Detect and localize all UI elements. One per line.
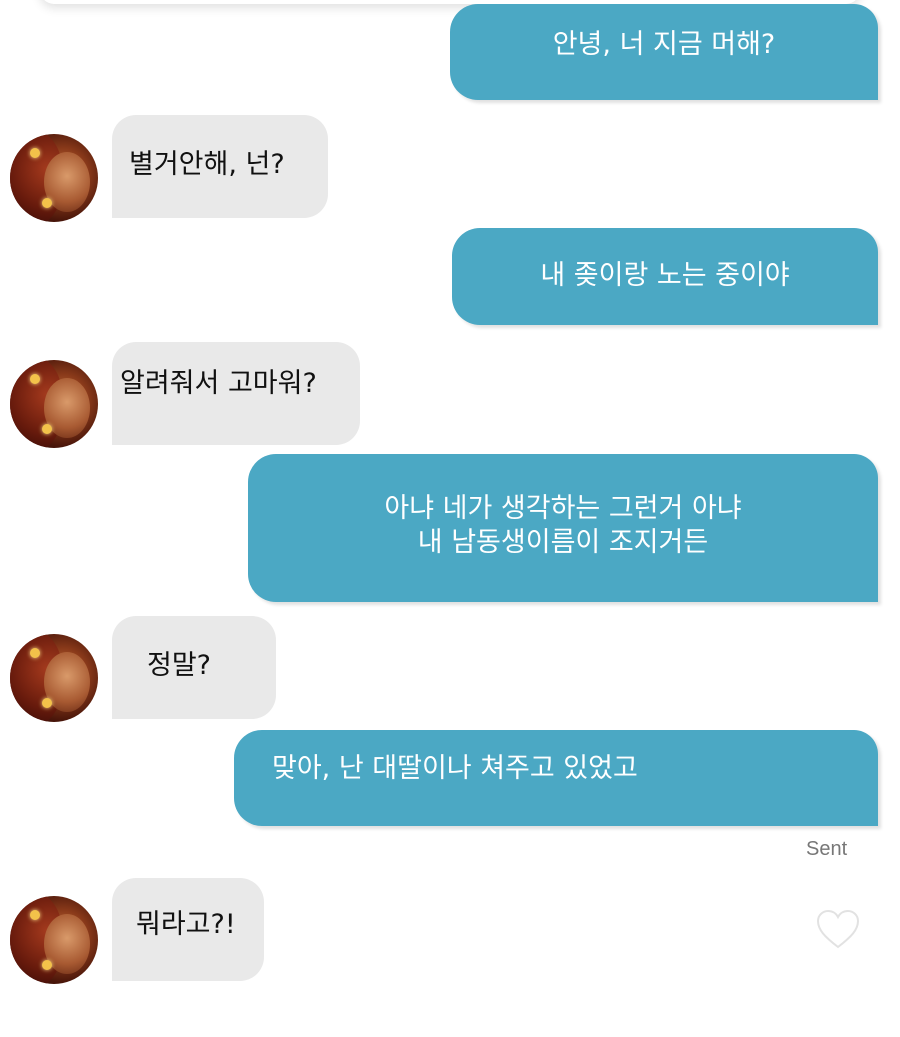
contact-avatar[interactable] bbox=[10, 134, 98, 222]
received-message-bubble[interactable]: 별거안해, 넌? bbox=[112, 115, 328, 218]
message-text: 안녕, 너 지금 머해? bbox=[552, 29, 776, 60]
message-text-line: 아냐 네가 생각하는 그런거 아냐 bbox=[384, 493, 742, 524]
sent-message-bubble[interactable]: 아냐 네가 생각하는 그런거 아냐 내 남동생이름이 조지거든 bbox=[248, 454, 878, 602]
received-message-bubble[interactable]: 정말? bbox=[112, 616, 276, 719]
contact-avatar[interactable] bbox=[10, 360, 98, 448]
sent-message-bubble[interactable]: 안녕, 너 지금 머해? bbox=[450, 4, 878, 100]
sent-status-label: Sent bbox=[806, 838, 848, 860]
contact-avatar[interactable] bbox=[10, 634, 98, 722]
received-message-bubble[interactable]: 알려줘서 고마워? bbox=[112, 342, 360, 445]
sent-message-bubble[interactable]: 맞아, 난 대딸이나 쳐주고 있었고 bbox=[234, 730, 878, 826]
sent-message-bubble[interactable]: 내 좆이랑 노는 중이야 bbox=[452, 228, 878, 325]
received-message-bubble[interactable]: 뭐라고?! bbox=[112, 878, 264, 981]
message-text: 알려줘서 고마워? bbox=[120, 368, 317, 399]
message-text: 내 좆이랑 노는 중이야 bbox=[540, 260, 790, 291]
contact-avatar[interactable] bbox=[10, 896, 98, 984]
message-text-line: 내 남동생이름이 조지거든 bbox=[417, 527, 709, 558]
message-text: 아냐 네가 생각하는 그런거 아냐 내 남동생이름이 조지거든 bbox=[248, 492, 878, 560]
message-text: 정말? bbox=[147, 650, 212, 681]
heart-outline-icon[interactable] bbox=[815, 908, 861, 950]
message-text: 맞아, 난 대딸이나 쳐주고 있었고 bbox=[272, 753, 638, 784]
message-text: 별거안해, 넌? bbox=[129, 149, 285, 180]
message-text: 뭐라고?! bbox=[136, 909, 236, 940]
